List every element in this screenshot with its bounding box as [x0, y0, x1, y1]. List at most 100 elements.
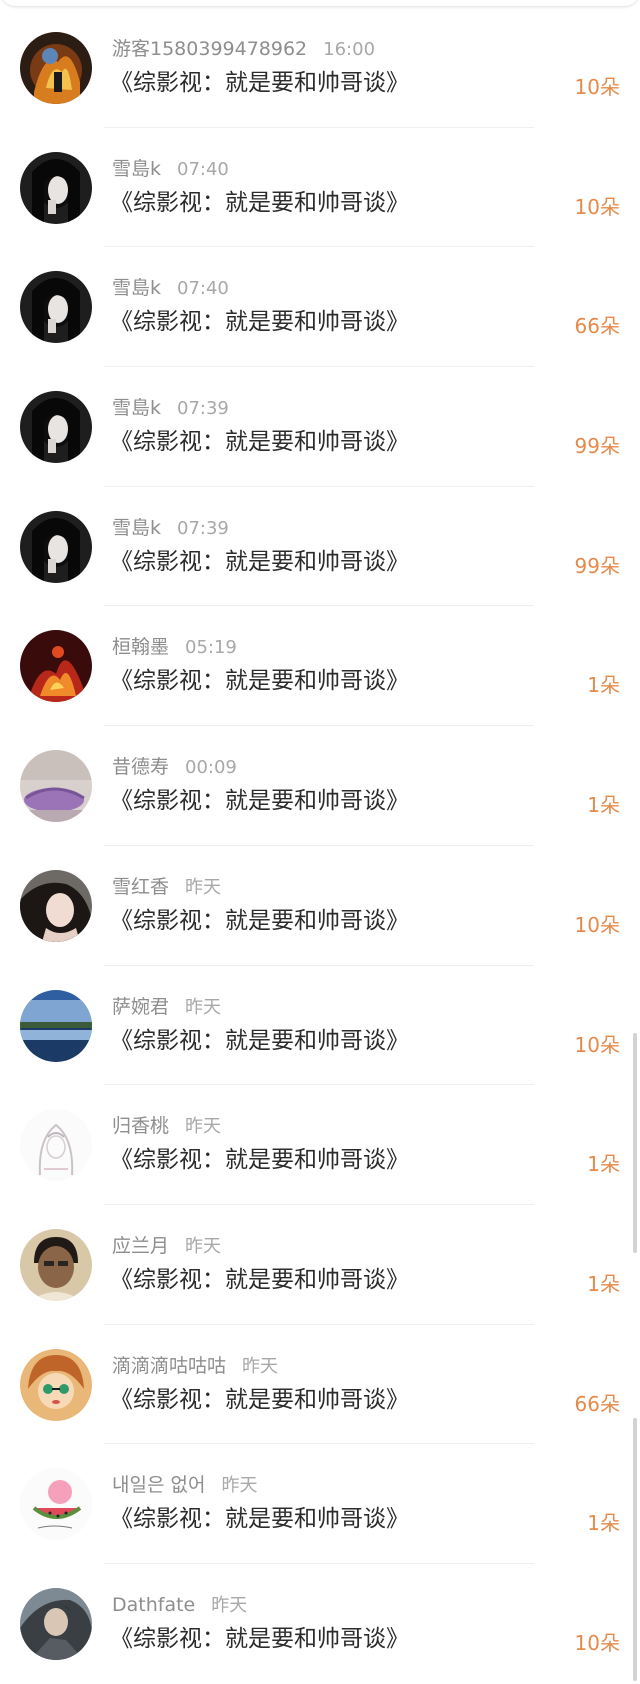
- username[interactable]: 桓翰墨: [112, 636, 169, 658]
- flower-count: 1朵: [587, 793, 620, 818]
- timestamp: 07:40: [177, 158, 229, 180]
- fire-figure-avatar[interactable]: [20, 32, 92, 104]
- user-line: 雪島k 07:39: [112, 394, 229, 422]
- gift-row[interactable]: 应兰月 昨天 《综影视：就是要和帅哥谈》 1朵: [0, 1205, 640, 1325]
- flower-count: 99朵: [574, 553, 620, 578]
- flower-count: 10朵: [574, 1032, 620, 1057]
- username[interactable]: 应兰月: [112, 1235, 169, 1257]
- timestamp: 昨天: [242, 1355, 279, 1377]
- book-title[interactable]: 《综影视：就是要和帅哥谈》: [110, 1026, 409, 1056]
- man-portrait-avatar[interactable]: [20, 1228, 92, 1301]
- timestamp: 昨天: [185, 876, 222, 898]
- user-line: 昔德寿 00:09: [112, 753, 237, 781]
- flower-count: 1朵: [587, 1271, 620, 1296]
- timestamp: 05:19: [185, 637, 237, 659]
- scrollbar[interactable]: [633, 1033, 637, 1253]
- gift-row[interactable]: 雪島k 07:39 《综影视：就是要和帅哥谈》 99朵: [0, 487, 640, 607]
- gift-row[interactable]: 萨婉君 昨天 《综影视：就是要和帅哥谈》 10朵: [0, 966, 640, 1086]
- flower-count: 1朵: [587, 673, 620, 698]
- gift-row[interactable]: Dathfate 昨天 《综影视：就是要和帅哥谈》 10朵: [0, 1564, 640, 1684]
- gift-row[interactable]: 雪红香 昨天 《综影视：就是要和帅哥谈》 10朵: [0, 846, 640, 966]
- lake-landscape-avatar[interactable]: [20, 989, 92, 1062]
- username[interactable]: 归香桃: [112, 1115, 169, 1137]
- warrior-avatar[interactable]: [20, 1587, 92, 1660]
- user-line: Dathfate 昨天: [112, 1591, 247, 1619]
- flower-count: 66朵: [574, 1391, 620, 1416]
- gift-row[interactable]: 桓翰墨 05:19 《综影视：就是要和帅哥谈》 1朵: [0, 606, 640, 727]
- cartoon-girl-avatar[interactable]: [20, 1348, 92, 1421]
- book-title[interactable]: 《综影视：就是要和帅哥谈》: [110, 427, 409, 457]
- timestamp: 07:39: [177, 517, 229, 539]
- username[interactable]: 游客1580399478962: [112, 38, 307, 60]
- username[interactable]: 滴滴滴咕咕咕: [112, 1355, 226, 1377]
- timestamp: 昨天: [185, 996, 222, 1018]
- dark-girl-avatar[interactable]: [20, 510, 92, 583]
- gift-row[interactable]: 游客1580399478962 16:00 《综影视：就是要和帅哥谈》 10朵: [0, 8, 640, 128]
- username[interactable]: 雪島k: [112, 517, 161, 539]
- dark-girl-avatar[interactable]: [20, 391, 92, 464]
- username[interactable]: 昔德寿: [112, 756, 169, 778]
- book-title[interactable]: 《综影视：就是要和帅哥谈》: [110, 906, 409, 936]
- user-line: 雪島k 07:40: [112, 274, 229, 302]
- user-line: 雪島k 07:39: [112, 514, 229, 542]
- timestamp: 00:09: [185, 757, 237, 779]
- book-title[interactable]: 《综影视：就是要和帅哥谈》: [110, 786, 409, 816]
- timestamp: 昨天: [211, 1594, 248, 1616]
- user-line: 내일은 없어 昨天: [112, 1471, 257, 1499]
- dark-girl-avatar[interactable]: [20, 151, 92, 224]
- woman-portrait-avatar[interactable]: [20, 869, 92, 942]
- book-title[interactable]: 《综影视：就是要和帅哥谈》: [110, 547, 409, 577]
- book-title[interactable]: 《综影视：就是要和帅哥谈》: [110, 1624, 409, 1654]
- user-line: 桓翰墨 05:19: [112, 633, 237, 661]
- gift-row[interactable]: 雪島k 07:40 《综影视：就是要和帅哥谈》 10朵: [0, 128, 640, 248]
- flower-count: 10朵: [574, 1630, 620, 1655]
- anime-sketch-avatar[interactable]: [20, 1109, 92, 1182]
- username[interactable]: 雪島k: [112, 277, 161, 299]
- watermelon-avatar[interactable]: [20, 1468, 92, 1541]
- username[interactable]: 雪島k: [112, 397, 161, 419]
- book-title[interactable]: 《综影视：就是要和帅哥谈》: [110, 666, 409, 696]
- gift-row[interactable]: 滴滴滴咕咕咕 昨天 《综影视：就是要和帅哥谈》 66朵: [0, 1325, 640, 1445]
- purple-umbrella-avatar[interactable]: [20, 750, 92, 823]
- timestamp: 昨天: [221, 1475, 258, 1497]
- previous-card-edge: [0, 0, 640, 6]
- book-title[interactable]: 《综影视：就是要和帅哥谈》: [110, 1265, 409, 1295]
- timestamp: 07:40: [177, 278, 229, 300]
- gift-row[interactable]: 归香桃 昨天 《综影视：就是要和帅哥谈》 1朵: [0, 1085, 640, 1205]
- gift-row[interactable]: 昔德寿 00:09 《综影视：就是要和帅哥谈》 1朵: [0, 726, 640, 846]
- dark-girl-avatar[interactable]: [20, 271, 92, 344]
- book-title[interactable]: 《综影视：就是要和帅哥谈》: [110, 1385, 409, 1415]
- gift-row[interactable]: 내일은 없어 昨天 《综影视：就是要和帅哥谈》 1朵: [0, 1444, 640, 1564]
- username[interactable]: 萨婉君: [112, 996, 169, 1018]
- timestamp: 昨天: [185, 1116, 222, 1138]
- book-title[interactable]: 《综影视：就是要和帅哥谈》: [110, 1504, 409, 1534]
- user-line: 滴滴滴咕咕咕 昨天: [112, 1352, 278, 1380]
- flower-count: 10朵: [574, 194, 620, 219]
- scrollbar-lower[interactable]: [633, 1418, 637, 1681]
- timestamp: 16:00: [323, 39, 376, 60]
- username[interactable]: 내일은 없어: [112, 1474, 205, 1496]
- gift-row[interactable]: 雪島k 07:39 《综影视：就是要和帅哥谈》 99朵: [0, 367, 640, 487]
- user-line: 游客1580399478962 16:00: [112, 35, 375, 63]
- user-line: 雪红香 昨天: [112, 873, 221, 901]
- user-line: 应兰月 昨天: [112, 1232, 221, 1260]
- flower-count: 1朵: [587, 1511, 620, 1536]
- fire-phoenix-avatar[interactable]: [20, 630, 92, 703]
- gift-row[interactable]: 雪島k 07:40 《综影视：就是要和帅哥谈》 66朵: [0, 247, 640, 368]
- timestamp: 07:39: [177, 398, 229, 420]
- user-line: 归香桃 昨天: [112, 1112, 221, 1140]
- book-title[interactable]: 《综影视：就是要和帅哥谈》: [110, 1145, 409, 1175]
- username[interactable]: 雪红香: [112, 876, 169, 898]
- flower-count: 1朵: [587, 1152, 620, 1177]
- book-title[interactable]: 《综影视：就是要和帅哥谈》: [110, 188, 409, 218]
- timestamp: 昨天: [185, 1235, 222, 1257]
- flower-count: 10朵: [574, 75, 620, 99]
- user-line: 雪島k 07:40: [112, 155, 229, 183]
- username[interactable]: Dathfate: [112, 1594, 195, 1616]
- username[interactable]: 雪島k: [112, 158, 161, 180]
- flower-count: 66朵: [574, 314, 620, 339]
- flower-count: 10朵: [574, 912, 620, 937]
- book-title[interactable]: 《综影视：就是要和帅哥谈》: [110, 307, 409, 337]
- book-title[interactable]: 《综影视：就是要和帅哥谈》: [110, 68, 409, 98]
- user-line: 萨婉君 昨天: [112, 993, 221, 1021]
